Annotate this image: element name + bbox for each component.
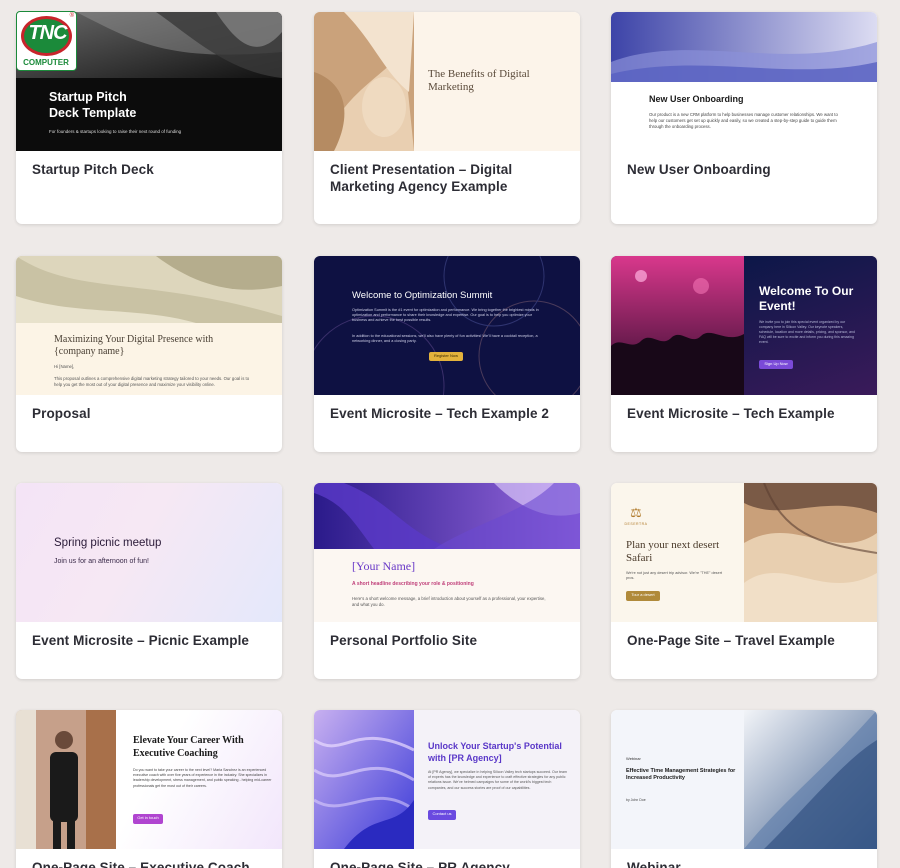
thumb-heading: Unlock Your Startup's Potential with [PR…: [428, 741, 562, 763]
template-thumbnail: ⚖ DESERTRA Plan your next desert Safari …: [611, 483, 877, 622]
template-card-client-presentation[interactable]: The Benefits of Digital Marketing Client…: [314, 12, 580, 224]
thumb-body: This proposal outlines a comprehensive d…: [54, 376, 250, 387]
thumb-heading: The Benefits of Digital Marketing: [428, 68, 530, 93]
template-thumbnail: Welcome To Our Event! We invite you to j…: [611, 256, 877, 395]
template-card-personal-portfolio[interactable]: [Your Name] A short headline describing …: [314, 483, 580, 679]
sign-up-button: Sign Up Now: [759, 360, 793, 369]
register-now-button: Register Now: [429, 352, 463, 361]
thumb-body: At [PR Agency], we specialize in helping…: [428, 770, 567, 790]
template-gallery: TNC COMPUTER ® Startup Pitch Deck Templa…: [0, 0, 900, 868]
card-title: Client Presentation – Digital Marketing …: [330, 162, 513, 194]
template-card-event-microsite-tech-2[interactable]: Welcome to Optimization Summit Optimizat…: [314, 256, 580, 452]
card-title: Startup Pitch Deck: [32, 162, 154, 177]
template-thumbnail: [Your Name] A short headline describing …: [314, 483, 580, 622]
template-thumbnail: Welcome to Optimization Summit Optimizat…: [314, 256, 580, 395]
card-title: Webinar: [627, 860, 681, 868]
card-title: Event Microsite – Picnic Example: [32, 633, 250, 648]
template-card-executive-coach[interactable]: Elevate Your Career With Executive Coach…: [16, 710, 282, 868]
thumb-heading: New User Onboarding: [649, 94, 744, 104]
brand-logo-icon: ⚖: [630, 505, 642, 520]
template-thumbnail: The Benefits of Digital Marketing: [314, 12, 580, 151]
thumb-heading: Startup Pitch Deck Template: [49, 90, 137, 120]
template-card-proposal[interactable]: Maximizing Your Digital Presence with {c…: [16, 256, 282, 452]
template-card-new-user-onboarding[interactable]: New User Onboarding Our product is a new…: [611, 12, 877, 224]
template-thumbnail: New User Onboarding Our product is a new…: [611, 12, 877, 151]
card-title: One-Page Site – Travel Example: [627, 633, 835, 648]
thumb-heading: Spring picnic meetup: [54, 537, 162, 549]
thumb-body: Optimization Summit is the #1 event for …: [352, 308, 539, 322]
template-thumbnail: Spring picnic meetup Join us for an afte…: [16, 483, 282, 622]
template-thumbnail: Maximizing Your Digital Presence with {c…: [16, 256, 282, 395]
thumb-sub: Join us for an afternoon of fun!: [54, 558, 149, 565]
thumb-body: We're not just any desert trip advisor. …: [626, 571, 723, 580]
thumb-byline: by John Doe: [626, 798, 646, 802]
tnc-computer-watermark-logo: TNC COMPUTER ®: [16, 11, 77, 71]
card-title: Event Microsite – Tech Example: [627, 406, 835, 421]
card-title: One-Page Site – Executive Coach: [32, 860, 250, 868]
tour-button: Tour a desert: [626, 591, 660, 601]
template-card-travel[interactable]: ⚖ DESERTRA Plan your next desert Safari …: [611, 483, 877, 679]
template-thumbnail: Unlock Your Startup's Potential with [PR…: [314, 710, 580, 849]
card-title: New User Onboarding: [627, 162, 771, 177]
get-in-touch-button: Get in touch: [133, 814, 163, 824]
thumb-heading: Effective Time Management Strategies for…: [626, 768, 736, 781]
thumb-body: Do you want to take your career to the n…: [133, 768, 272, 788]
card-title: Event Microsite – Tech Example 2: [330, 406, 550, 421]
template-card-event-microsite-tech[interactable]: Welcome To Our Event! We invite you to j…: [611, 256, 877, 452]
thumb-heading: Elevate Your Career With Executive Coach…: [133, 735, 244, 759]
thumb-heading: [Your Name]: [352, 559, 416, 573]
thumb-label: Webinar: [626, 756, 641, 761]
contact-us-button: Contact us: [428, 810, 456, 820]
thumb-body: Our product is a new CRM platform to hel…: [649, 112, 838, 129]
template-card-event-microsite-picnic[interactable]: Spring picnic meetup Join us for an afte…: [16, 483, 282, 679]
thumb-greeting: Hi [Name],: [54, 364, 75, 369]
thumb-body-2: In addition to the educational sessions,…: [352, 334, 538, 343]
thumb-body: We invite you to join this special event…: [759, 320, 855, 344]
template-card-webinar[interactable]: Webinar Effective Time Management Strate…: [611, 710, 877, 868]
template-card-pr-agency[interactable]: Unlock Your Startup's Potential with [PR…: [314, 710, 580, 868]
card-title: Personal Portfolio Site: [330, 633, 478, 648]
card-title: Proposal: [32, 406, 91, 421]
brand-name: DESERTRA: [624, 522, 648, 526]
card-title: One-Page Site – PR Agency Example: [330, 860, 510, 868]
thumb-body: Here's a short welcome message, a brief …: [352, 596, 546, 607]
thumb-sub: A short headline describing your role & …: [352, 581, 474, 587]
thumb-body: For founders & startups looking to raise…: [49, 129, 182, 134]
template-thumbnail: Elevate Your Career With Executive Coach…: [16, 710, 282, 849]
thumb-heading: Welcome to Optimization Summit: [352, 290, 493, 301]
thumb-heading: Welcome To Our Event!: [759, 284, 854, 313]
thumb-heading: Plan your next desert Safari: [626, 539, 720, 564]
template-thumbnail: Webinar Effective Time Management Strate…: [611, 710, 877, 849]
thumb-heading: Maximizing Your Digital Presence with {c…: [54, 334, 214, 357]
